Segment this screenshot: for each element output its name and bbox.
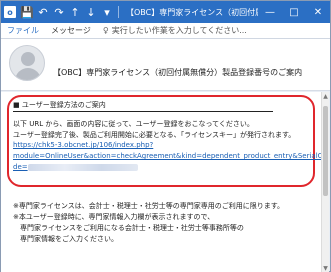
note-line-2: ※本ユーザー登録時に、専門家情報入力欄が表示されますので、 [13, 213, 215, 221]
window-title: 【OBC】専門家ライセンス（初回付属無償分）製品登録番号のご案内 [126, 7, 258, 17]
redo-icon[interactable]: ↷ [51, 1, 67, 23]
next-item-icon[interactable]: ↓ [83, 1, 99, 23]
tell-me-text: 実行したい作業を入力してください... [111, 26, 247, 35]
registration-link-line-1[interactable]: https://chk5-3.obcnet.jp/106/index.php? [13, 141, 153, 149]
titlebar-separator [118, 6, 119, 18]
registration-link-tail[interactable]: de= [13, 163, 28, 171]
maximize-button[interactable]: □ [282, 1, 306, 23]
title-bar: o 💾 ↶ ↷ ↑ ↓ ▾ 【OBC】専門家ライセンス（初回付属無償分）製品登録… [1, 1, 330, 23]
avatar-body [15, 68, 41, 80]
previous-item-icon[interactable]: ↑ [67, 1, 83, 23]
note-line-4: 専門家情報をご入力ください。 [13, 235, 118, 243]
avatar-head [21, 52, 35, 66]
registration-link-line-3[interactable]: de= [13, 163, 138, 171]
tab-message[interactable]: メッセージ [45, 25, 97, 36]
outlook-message-window: o 💾 ↶ ↷ ↑ ↓ ▾ 【OBC】専門家ライセンス（初回付属無償分）製品登録… [0, 0, 331, 272]
section-heading: ■ ユーザー登録方法のご案内 [13, 101, 106, 109]
tab-file[interactable]: ファイル [1, 25, 45, 36]
vertical-scrollbar[interactable]: ▲ ▼ [321, 92, 329, 272]
ribbon-tabs: ファイル メッセージ ♀ 実行したい作業を入力してください... [1, 23, 330, 39]
scroll-up-arrow-icon[interactable]: ▲ [322, 92, 329, 100]
message-header: 【OBC】専門家ライセンス（初回付属無償分）製品登録番号のご案内 [1, 39, 330, 91]
outlook-app-icon: o [1, 1, 19, 23]
note-line-1: ※専門家ライセンスは、会計士・税理士・社労士等の専門家専用のご利用に限ります。 [13, 202, 285, 210]
note-line-3: 専門家ライセンスをご利用になる会計士・税理士・社労士等事務所等の [13, 224, 244, 232]
save-icon[interactable]: 💾 [19, 1, 35, 23]
minimize-button[interactable]: — [258, 1, 282, 23]
serial-code-redacted [27, 163, 138, 171]
message-subject: 【OBC】専門家ライセンス（初回付属無償分）製品登録番号のご案内 [53, 68, 303, 77]
sender-avatar [9, 45, 45, 81]
instruction-line-2: ユーザー登録完了後、製品ご利用開始に必要となる、「ライセンスキー」が発行されます… [13, 131, 296, 139]
undo-icon[interactable]: ↶ [35, 1, 51, 23]
lightbulb-icon: ♀ [102, 26, 109, 35]
instruction-line-1: 以下 URL から、画面の内容に従って、ユーザー登録をおこなってください。 [13, 120, 254, 128]
message-body: ■ ユーザー登録方法のご案内 以下 URL から、画面の内容に従って、ユーザー登… [1, 92, 327, 272]
sender-info-hidden [53, 47, 203, 55]
heading-divider [13, 111, 273, 112]
customize-toolbar-icon[interactable]: ▾ [99, 1, 115, 23]
close-button[interactable]: ✕ [306, 1, 330, 23]
tell-me-box[interactable]: ♀ 実行したい作業を入力してください... [97, 25, 253, 36]
scroll-down-arrow-icon[interactable]: ▼ [322, 264, 329, 272]
registration-link-line-2[interactable]: module=OnlineUser&action=checkAgreement&… [13, 152, 327, 160]
scroll-thumb[interactable] [323, 106, 328, 196]
